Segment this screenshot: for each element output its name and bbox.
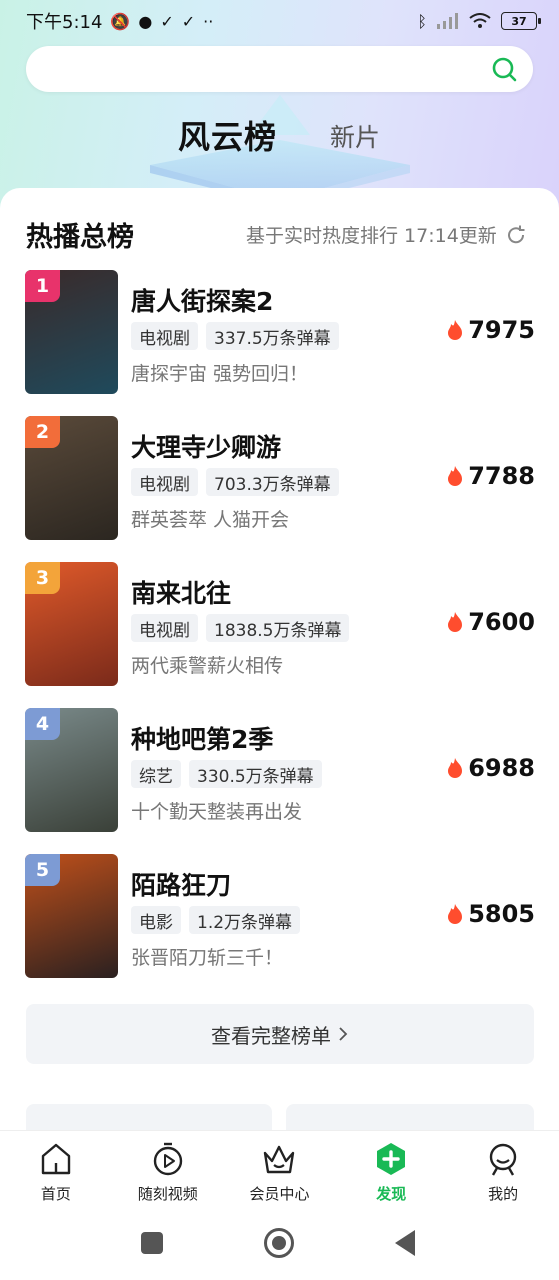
category-tag: 电视剧 — [131, 322, 198, 350]
search-bar[interactable] — [26, 46, 533, 92]
status-bar: 下午5:14 🔕 ● ✓ ✓ ·· ᛒ 37 — [0, 0, 559, 42]
battery-icon: 37 — [501, 12, 541, 30]
tab-ranking[interactable]: 风云榜 — [178, 112, 277, 158]
crown-icon — [264, 1145, 295, 1174]
ranking-item[interactable]: 3 南来北往电视剧 1838.5万条弹幕两代乘警薪火相传 7600 — [25, 562, 535, 687]
wifi-icon — [469, 13, 491, 28]
check-icon: ✓ — [181, 11, 196, 31]
item-description: 张晋陌刀斩三千！ — [131, 947, 284, 969]
danmaku-count-tag: 330.5万条弹幕 — [189, 760, 322, 788]
system-nav-bar — [0, 1212, 559, 1280]
heat-score: 6988 — [446, 754, 535, 782]
back-button[interactable] — [395, 1230, 415, 1256]
item-description: 十个勤天整装再出发 — [131, 801, 303, 823]
view-full-list-button[interactable]: 查看完整榜单 — [26, 1004, 534, 1064]
heat-score-value: 6988 — [468, 754, 535, 782]
fire-icon — [448, 612, 463, 632]
status-time: 下午5:14 — [26, 12, 103, 33]
item-title[interactable]: 南来北往 — [131, 574, 231, 610]
fire-icon — [448, 904, 463, 924]
heat-score: 7975 — [446, 316, 535, 344]
item-description: 两代乘警薪火相传 — [131, 655, 284, 677]
heat-score: 5805 — [446, 900, 535, 928]
item-tags: 综艺 330.5万条弹幕 — [131, 760, 322, 788]
rank-badge: 5 — [25, 854, 60, 886]
poster-image[interactable]: 1 — [25, 270, 118, 394]
fire-icon — [448, 466, 463, 486]
poster-image[interactable]: 2 — [25, 416, 118, 540]
section-meta: 基于实时热度排行 17:14更新 — [246, 221, 527, 248]
section-title: 热播总榜 — [26, 222, 134, 253]
nav-discover-label: 发现 — [376, 1185, 407, 1203]
heat-score-value: 5805 — [468, 900, 535, 928]
heat-score-value: 7600 — [468, 608, 535, 636]
rank-badge: 1 — [25, 270, 60, 302]
ranking-item[interactable]: 5 陌路狂刀电影 1.2万条弹幕张晋陌刀斩三千！ 5805 — [25, 854, 535, 979]
rank-badge: 3 — [25, 562, 60, 594]
category-tag: 综艺 — [131, 760, 181, 788]
category-tag: 电视剧 — [131, 468, 198, 496]
recent-apps-button[interactable] — [141, 1232, 163, 1254]
nav-suike-video[interactable]: 随刻视频 — [112, 1131, 224, 1212]
play-circle-icon — [153, 1142, 182, 1176]
nav-discover[interactable]: 发现 — [335, 1131, 447, 1212]
signal-icon — [437, 13, 458, 29]
profile-icon — [489, 1143, 517, 1176]
danmaku-count-tag: 337.5万条弹幕 — [206, 322, 339, 350]
item-description: 唐探宇宙 强势回归！ — [131, 363, 309, 385]
refresh-icon[interactable] — [505, 224, 527, 246]
item-tags: 电视剧 1838.5万条弹幕 — [131, 614, 350, 642]
more-dots-icon: ·· — [203, 11, 214, 31]
view-full-list-label: 查看完整榜单 — [211, 1023, 331, 1048]
search-icon[interactable] — [491, 56, 517, 82]
chevron-right-icon — [339, 1027, 348, 1041]
item-title[interactable]: 唐人街探案2 — [131, 282, 273, 318]
heat-score: 7600 — [446, 608, 535, 636]
category-tag: 电影 — [131, 906, 181, 934]
tab-new-films[interactable]: 新片 — [330, 118, 380, 154]
nav-home-label: 首页 — [40, 1185, 71, 1203]
chat-icon: ● — [138, 11, 153, 31]
item-tags: 电视剧 337.5万条弹幕 — [131, 322, 339, 350]
bottom-nav: 首页 随刻视频 会员中心 发现 我的 — [0, 1130, 559, 1212]
item-title[interactable]: 种地吧第2季 — [131, 720, 273, 756]
poster-image[interactable]: 5 — [25, 854, 118, 978]
item-description: 群英荟萃 人猫开会 — [131, 509, 290, 531]
fire-icon — [448, 758, 463, 778]
heat-score: 7788 — [446, 462, 535, 490]
ranking-item[interactable]: 2 大理寺少卿游电视剧 703.3万条弹幕群英荟萃 人猫开会 7788 — [25, 416, 535, 541]
discover-plus-icon — [377, 1143, 406, 1175]
ranking-item[interactable]: 1 唐人街探案2 电视剧 337.5万条弹幕唐探宇宙 强势回归！ 7975 — [25, 270, 535, 395]
bluetooth-icon: ᛒ — [417, 11, 427, 31]
rank-badge: 2 — [25, 416, 60, 448]
poster-image[interactable]: 4 — [25, 708, 118, 832]
nav-vip-center-label: 会员中心 — [249, 1185, 310, 1203]
home-button[interactable] — [264, 1228, 294, 1258]
heat-score-value: 7975 — [468, 316, 535, 344]
item-title[interactable]: 陌路狂刀 — [131, 866, 231, 902]
home-icon — [41, 1143, 71, 1175]
mute-icon: 🔕 — [110, 11, 131, 31]
danmaku-count-tag: 1.2万条弹幕 — [189, 906, 301, 934]
fire-icon — [448, 320, 463, 340]
item-tags: 电视剧 703.3万条弹幕 — [131, 468, 339, 496]
item-tags: 电影 1.2万条弹幕 — [131, 906, 301, 934]
nav-mine[interactable]: 我的 — [447, 1131, 559, 1212]
danmaku-count-tag: 703.3万条弹幕 — [206, 468, 339, 496]
rank-badge: 4 — [25, 708, 60, 740]
heat-score-value: 7788 — [468, 462, 535, 490]
nav-home[interactable]: 首页 — [0, 1131, 112, 1212]
item-title[interactable]: 大理寺少卿游 — [131, 428, 281, 464]
check-icon: ✓ — [160, 11, 174, 31]
category-tag: 电视剧 — [131, 614, 198, 642]
poster-image[interactable]: 3 — [25, 562, 118, 686]
nav-suike-video-label: 随刻视频 — [137, 1185, 198, 1203]
ranking-item[interactable]: 4 种地吧第2季综艺 330.5万条弹幕十个勤天整装再出发 6988 — [25, 708, 535, 833]
update-info: 基于实时热度排行 17:14更新 — [246, 225, 497, 247]
danmaku-count-tag: 1838.5万条弹幕 — [206, 614, 350, 642]
nav-vip-center[interactable]: 会员中心 — [224, 1131, 336, 1212]
nav-mine-label: 我的 — [488, 1185, 519, 1203]
